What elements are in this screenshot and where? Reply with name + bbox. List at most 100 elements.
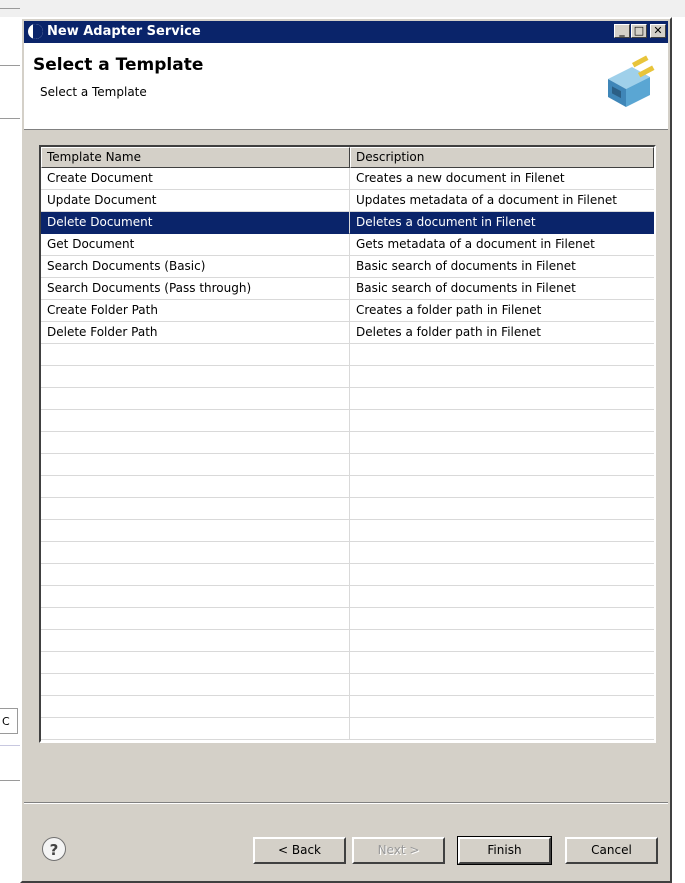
empty-cell	[350, 366, 654, 388]
empty-cell	[41, 366, 350, 388]
empty-table-row	[41, 410, 654, 432]
empty-cell	[350, 542, 654, 564]
template-name-cell: Create Folder Path	[41, 300, 350, 322]
empty-table-row	[41, 498, 654, 520]
empty-cell	[350, 410, 654, 432]
empty-table-row	[41, 542, 654, 564]
empty-cell	[350, 586, 654, 608]
description-cell: Deletes a document in Filenet	[350, 212, 654, 234]
table-row[interactable]: Get Document Gets metadata of a document …	[41, 234, 654, 256]
empty-cell	[41, 718, 350, 740]
new-adapter-service-dialog: New Adapter Service _ □ ✕ Select a Templ…	[20, 17, 672, 883]
table-row[interactable]: Delete Folder Path Deletes a folder path …	[41, 322, 654, 344]
empty-table-row	[41, 344, 654, 366]
empty-cell	[350, 520, 654, 542]
adapter-plug-icon	[608, 55, 655, 107]
empty-cell	[350, 454, 654, 476]
close-button[interactable]: ✕	[650, 24, 666, 38]
minimize-button[interactable]: _	[614, 24, 630, 38]
empty-cell	[41, 630, 350, 652]
table-row[interactable]: Create Document Creates a new document in…	[41, 168, 654, 190]
description-cell: Basic search of documents in Filenet	[350, 256, 654, 278]
template-name-cell: Create Document	[41, 168, 350, 190]
description-cell: Creates a new document in Filenet	[350, 168, 654, 190]
empty-cell	[350, 608, 654, 630]
table-body: Create Document Creates a new document in…	[41, 168, 654, 740]
next-button[interactable]: Next >	[352, 837, 445, 864]
table-row[interactable]: Update Document Updates metadata of a doc…	[41, 190, 654, 212]
empty-cell	[41, 586, 350, 608]
wizard-header: Select a Template Select a Template	[24, 43, 668, 130]
empty-cell	[350, 696, 654, 718]
empty-cell	[41, 388, 350, 410]
table-row[interactable]: Create Folder Path Creates a folder path …	[41, 300, 654, 322]
empty-table-row	[41, 366, 654, 388]
footer-separator	[24, 802, 668, 804]
column-header-description[interactable]: Description	[350, 147, 654, 168]
template-name-cell: Delete Document	[41, 212, 350, 234]
empty-cell	[350, 344, 654, 366]
template-name-cell: Delete Folder Path	[41, 322, 350, 344]
background-window	[0, 0, 685, 17]
empty-table-row	[41, 520, 654, 542]
empty-cell	[41, 432, 350, 454]
table-row[interactable]: Delete Document Deletes a document in Fil…	[41, 212, 654, 234]
empty-cell	[350, 674, 654, 696]
template-table[interactable]: Template Name Description Create Documen…	[39, 145, 656, 743]
background-divider	[0, 780, 20, 781]
empty-cell	[41, 564, 350, 586]
empty-table-row	[41, 432, 654, 454]
page-title: Select a Template	[33, 55, 204, 75]
empty-cell	[350, 476, 654, 498]
empty-table-row	[41, 652, 654, 674]
empty-cell	[41, 652, 350, 674]
empty-cell	[41, 454, 350, 476]
empty-cell	[350, 652, 654, 674]
table-header: Template Name Description	[41, 147, 654, 168]
empty-table-row	[41, 696, 654, 718]
description-cell: Basic search of documents in Filenet	[350, 278, 654, 300]
window-title: New Adapter Service	[47, 24, 201, 39]
empty-table-row	[41, 388, 654, 410]
empty-table-row	[41, 454, 654, 476]
table-row[interactable]: Search Documents (Pass through) Basic sea…	[41, 278, 654, 300]
template-name-cell: Get Document	[41, 234, 350, 256]
description-cell: Creates a folder path in Filenet	[350, 300, 654, 322]
empty-cell	[41, 542, 350, 564]
template-name-cell: Search Documents (Basic)	[41, 256, 350, 278]
page-subtitle: Select a Template	[40, 85, 147, 99]
empty-table-row	[41, 564, 654, 586]
back-button[interactable]: < Back	[253, 837, 346, 864]
background-field-fragment: C	[0, 708, 18, 734]
table-row[interactable]: Search Documents (Basic) Basic search of …	[41, 256, 654, 278]
app-icon	[28, 24, 43, 39]
empty-cell	[350, 718, 654, 740]
empty-cell	[41, 608, 350, 630]
maximize-button[interactable]: □	[631, 24, 647, 38]
empty-cell	[350, 498, 654, 520]
description-cell: Updates metadata of a document in Filene…	[350, 190, 654, 212]
background-divider	[0, 118, 20, 119]
empty-cell	[41, 498, 350, 520]
empty-cell	[350, 564, 654, 586]
background-divider	[0, 65, 20, 66]
cancel-button[interactable]: Cancel	[565, 837, 658, 864]
help-icon[interactable]: ?	[42, 837, 66, 861]
empty-table-row	[41, 718, 654, 740]
empty-cell	[41, 674, 350, 696]
empty-cell	[350, 630, 654, 652]
description-cell: Deletes a folder path in Filenet	[350, 322, 654, 344]
background-divider	[0, 745, 20, 746]
empty-table-row	[41, 476, 654, 498]
empty-cell	[350, 388, 654, 410]
column-header-template-name[interactable]: Template Name	[41, 147, 350, 168]
window-controls: _ □ ✕	[613, 24, 666, 40]
title-bar[interactable]: New Adapter Service _ □ ✕	[24, 21, 668, 43]
empty-cell	[41, 476, 350, 498]
empty-cell	[41, 344, 350, 366]
empty-table-row	[41, 674, 654, 696]
template-name-cell: Update Document	[41, 190, 350, 212]
empty-cell	[41, 520, 350, 542]
finish-button[interactable]: Finish	[457, 836, 552, 865]
description-cell: Gets metadata of a document in Filenet	[350, 234, 654, 256]
